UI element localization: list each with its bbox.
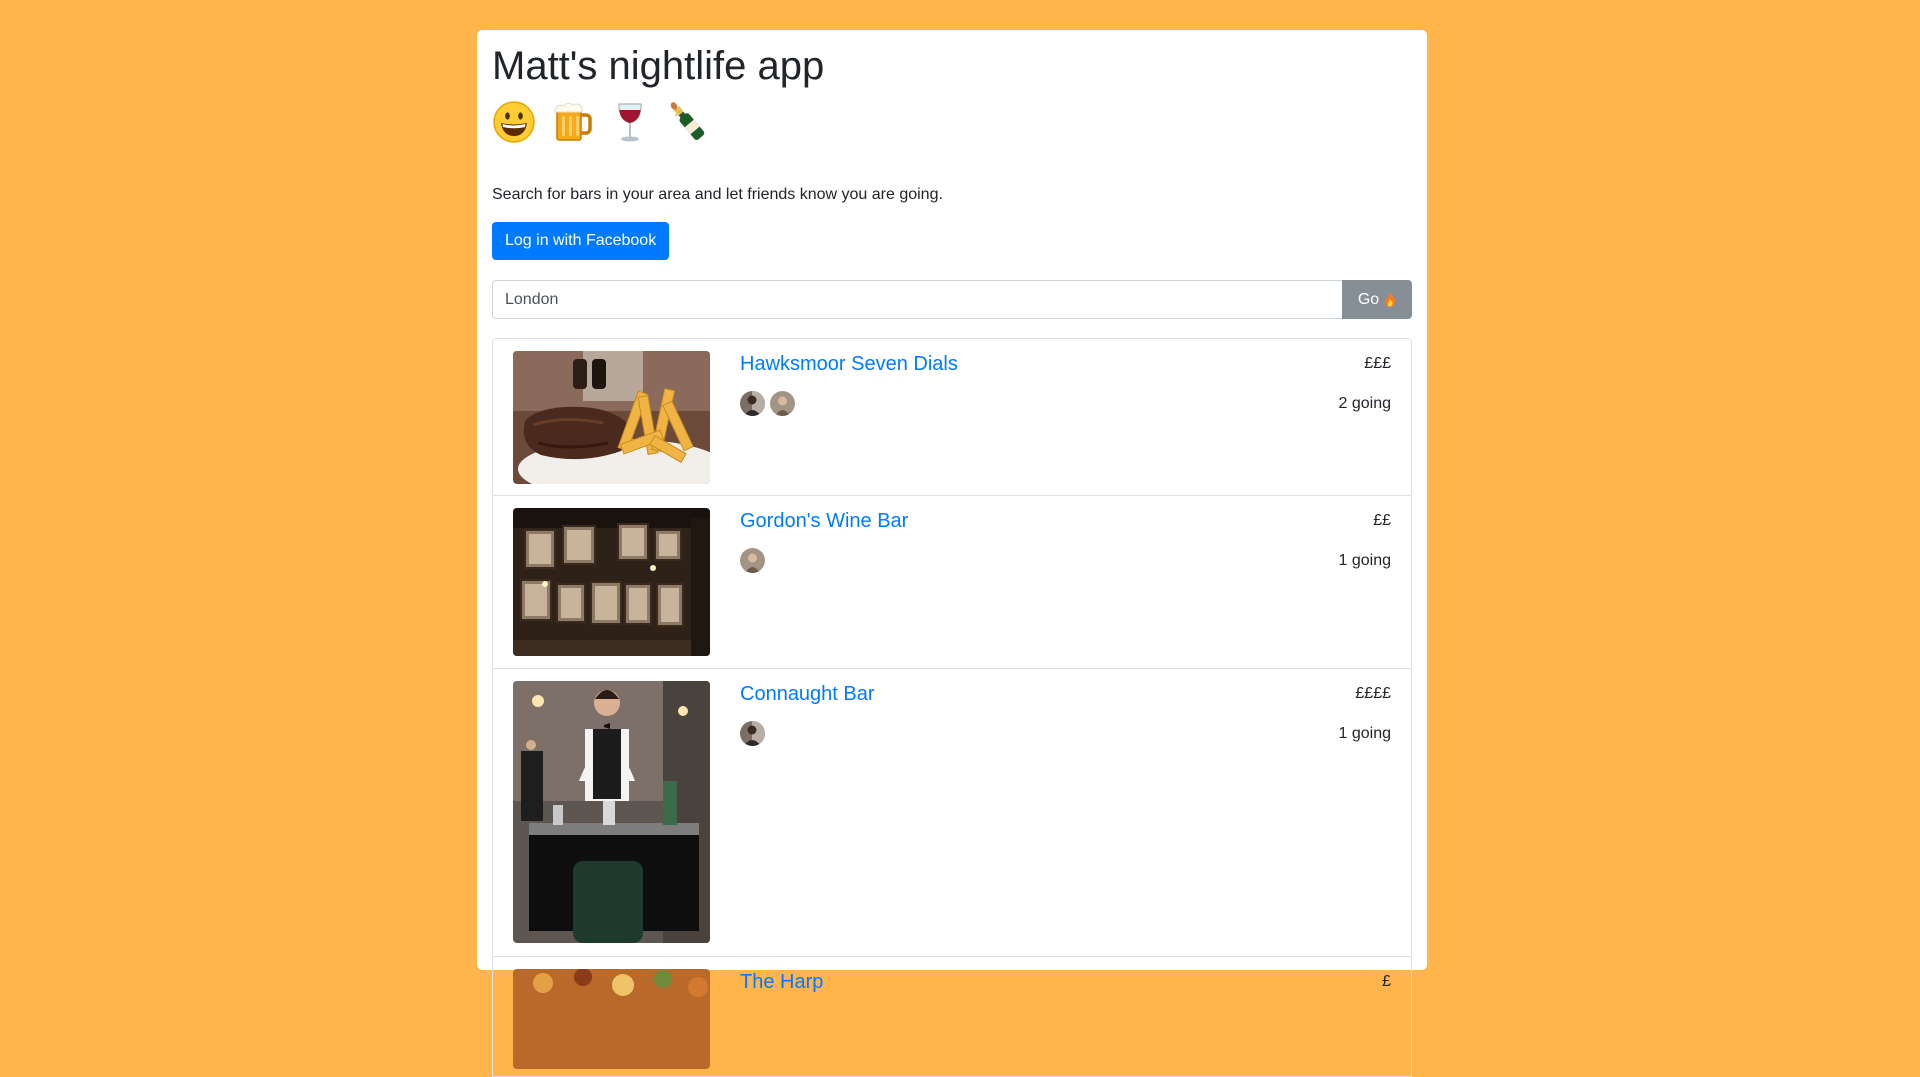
price-level: ££ — [1373, 512, 1391, 529]
bar-photo[interactable] — [513, 969, 710, 1069]
bar-photo[interactable] — [513, 508, 710, 656]
going-count: 1 going — [1338, 725, 1392, 742]
bar-results-list: Hawksmoor Seven Dials £££ 2 going Gordon… — [492, 338, 1412, 1077]
page-title: Matt's nightlife app — [492, 44, 825, 88]
going-avatars — [740, 391, 795, 416]
bar-list-item: The Harp £ — [493, 957, 1411, 1077]
facebook-login-button[interactable]: Log in with Facebook — [492, 222, 670, 260]
wine-glass-icon — [608, 100, 652, 144]
price-level: £££ — [1364, 355, 1391, 372]
bar-photo[interactable] — [513, 351, 710, 484]
location-search-input[interactable] — [492, 280, 1342, 319]
bar-name-link[interactable]: The Harp — [740, 970, 823, 994]
bar-list-item: Connaught Bar ££££ 1 going — [493, 669, 1411, 957]
avatar[interactable] — [740, 721, 765, 746]
price-level: ££££ — [1355, 685, 1391, 702]
going-count: 1 going — [1338, 552, 1392, 569]
beer-mug-icon — [550, 100, 594, 144]
going-avatars — [740, 548, 765, 573]
bar-name-link[interactable]: Gordon's Wine Bar — [740, 509, 908, 533]
go-button-label: Go — [1357, 290, 1380, 308]
grinning-face-icon — [492, 100, 536, 144]
avatar[interactable] — [740, 391, 765, 416]
fire-icon — [1384, 292, 1396, 307]
bar-list-item: Gordon's Wine Bar ££ 1 going — [493, 496, 1411, 669]
champagne-bottle-icon — [666, 100, 710, 144]
app-description: Search for bars in your area and let fri… — [492, 186, 943, 203]
bar-list-item: Hawksmoor Seven Dials £££ 2 going — [493, 339, 1411, 496]
search-bar: Go — [492, 280, 1412, 319]
price-level: £ — [1382, 973, 1391, 990]
going-count: 2 going — [1338, 395, 1392, 412]
avatar[interactable] — [740, 548, 765, 573]
bar-name-link[interactable]: Hawksmoor Seven Dials — [740, 352, 958, 376]
go-button[interactable]: Go — [1342, 280, 1412, 319]
main-card: Matt's nightlife app Search for bars in … — [477, 30, 1427, 1077]
emoji-row — [492, 98, 710, 146]
going-avatars — [740, 721, 765, 746]
bar-photo[interactable] — [513, 681, 710, 943]
bar-name-link[interactable]: Connaught Bar — [740, 682, 875, 706]
avatar[interactable] — [770, 391, 795, 416]
